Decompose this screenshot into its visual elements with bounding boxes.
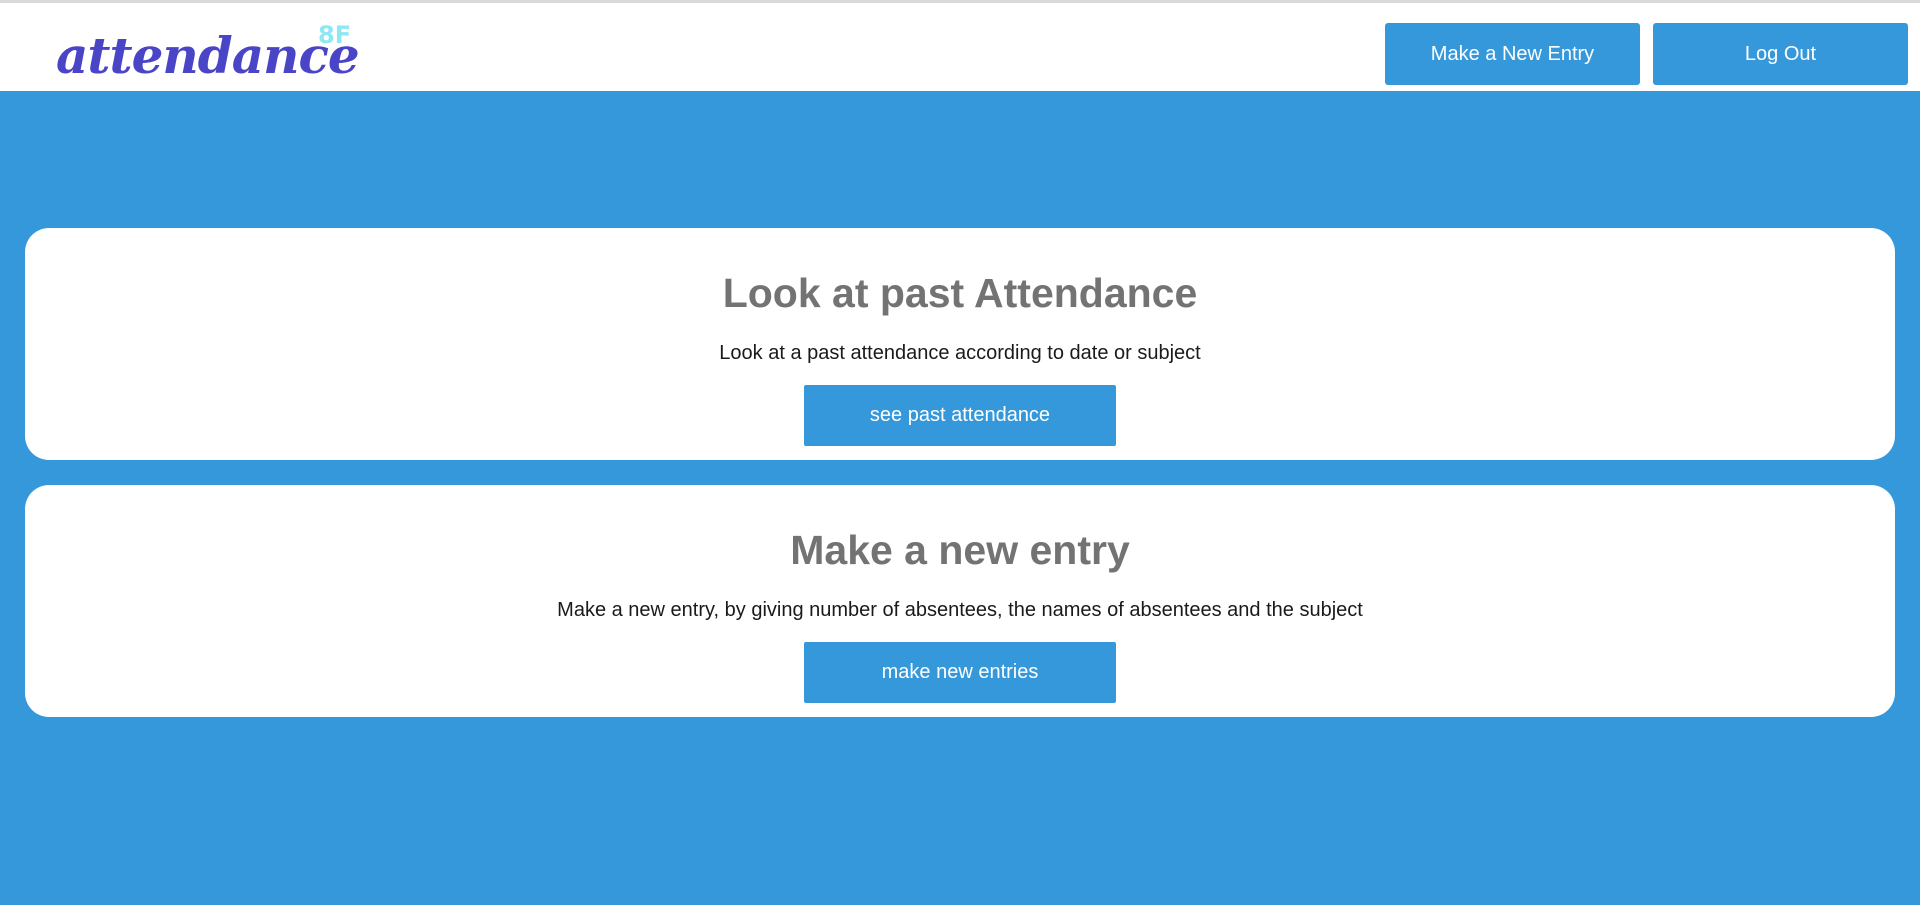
card-title: Look at past Attendance bbox=[722, 270, 1198, 316]
site-logo[interactable]: attendance 8F bbox=[56, 21, 360, 91]
see-past-attendance-button[interactable]: see past attendance bbox=[804, 385, 1116, 446]
card-description: Make a new entry, by giving number of ab… bbox=[557, 599, 1363, 621]
make-new-entry-button[interactable]: Make a New Entry bbox=[1385, 23, 1640, 85]
log-out-button[interactable]: Log Out bbox=[1653, 23, 1908, 85]
card-title: Make a new entry bbox=[790, 527, 1130, 573]
main-content: Look at past Attendance Look at a past a… bbox=[0, 91, 1920, 905]
past-attendance-card: Look at past Attendance Look at a past a… bbox=[25, 228, 1895, 460]
new-entry-card: Make a new entry Make a new entry, by gi… bbox=[25, 485, 1895, 717]
top-navbar: attendance 8F Make a New Entry Log Out bbox=[0, 3, 1920, 91]
logo-superscript: 8F bbox=[318, 21, 352, 49]
logo-text: attendance bbox=[56, 26, 360, 85]
make-new-entries-button[interactable]: make new entries bbox=[804, 642, 1116, 703]
card-description: Look at a past attendance according to d… bbox=[719, 342, 1201, 364]
